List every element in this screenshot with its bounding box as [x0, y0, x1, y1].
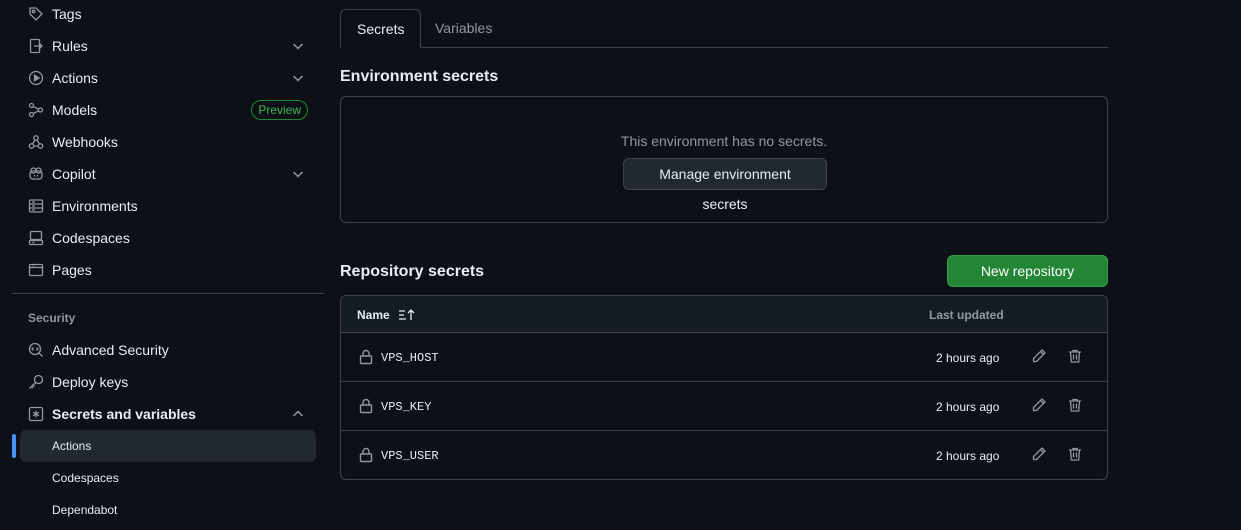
sidebar-item-label: Deploy keys: [52, 374, 129, 390]
key-icon: [28, 374, 44, 390]
sidebar-item-label: Advanced Security: [52, 342, 169, 358]
sidebar-item-label: Rules: [52, 38, 88, 54]
sidebar-item-environments[interactable]: Environments: [20, 192, 316, 220]
sidebar-item-label: Actions: [52, 70, 98, 86]
lock-icon: [359, 447, 373, 463]
sidebar-item-label: Codespaces: [52, 230, 130, 246]
pencil-icon[interactable]: [1031, 446, 1047, 462]
lock-icon: [359, 349, 373, 365]
sidebar-item-codespaces[interactable]: Codespaces: [20, 224, 316, 252]
sidebar-item-pages[interactable]: Pages: [20, 256, 316, 284]
column-last-updated: Last updated: [929, 308, 1004, 322]
server-icon: [28, 198, 44, 214]
chevron-down-icon[interactable]: [290, 166, 306, 182]
secret-updated: 2 hours ago: [936, 351, 1000, 365]
sidebar-subitem-dependabot[interactable]: Dependabot: [20, 494, 316, 526]
sort-asc-icon[interactable]: [398, 308, 416, 322]
table-header: Name Last updated: [341, 296, 1107, 333]
codescan-icon: [28, 342, 44, 358]
environment-secrets-box: This environment has no secrets. Manage …: [340, 96, 1108, 223]
secret-name: VPS_HOST: [381, 351, 439, 365]
sidebar-item-label: Pages: [52, 262, 92, 278]
sidebar-item-label: Tags: [52, 6, 82, 22]
sidebar-item-advanced-security[interactable]: Advanced Security: [20, 336, 316, 364]
tag-icon: [28, 6, 44, 22]
chevron-down-icon[interactable]: [290, 38, 306, 54]
active-indicator: [12, 434, 16, 458]
sidebar-item-webhooks[interactable]: Webhooks: [20, 128, 316, 156]
secret-name: VPS_USER: [381, 449, 439, 463]
rules-icon: [28, 38, 44, 54]
sidebar-item-actions[interactable]: Actions: [20, 64, 316, 92]
column-name[interactable]: Name: [357, 308, 416, 322]
sidebar-divider: [12, 293, 324, 294]
secret-updated: 2 hours ago: [936, 449, 1000, 463]
manage-environment-secrets-button[interactable]: Manage environment secrets: [623, 158, 827, 212]
table-row: VPS_HOST 2 hours ago: [341, 333, 1107, 382]
column-name-label: Name: [357, 308, 390, 322]
asterisk-icon: [28, 406, 44, 422]
sidebar-item-label: Environments: [52, 198, 138, 214]
sidebar-item-models[interactable]: Models Preview: [20, 96, 316, 124]
tab-variables[interactable]: Variables: [419, 9, 508, 48]
sidebar-section-security: Security: [28, 311, 76, 325]
sidebar-item-label: Copilot: [52, 166, 96, 182]
lock-icon: [359, 398, 373, 414]
sidebar-item-label: Secrets and variables: [52, 406, 196, 422]
trash-icon[interactable]: [1067, 446, 1083, 462]
codespaces-icon: [28, 230, 44, 246]
sidebar-subitem-codespaces[interactable]: Codespaces: [20, 462, 316, 494]
sidebar-subitem-actions[interactable]: Actions: [20, 430, 316, 462]
tab-secrets[interactable]: Secrets: [340, 9, 422, 48]
pencil-icon[interactable]: [1031, 397, 1047, 413]
table-row: VPS_KEY 2 hours ago: [341, 382, 1107, 431]
copilot-icon: [28, 166, 44, 182]
sidebar-item-label: Models: [52, 102, 98, 118]
repository-secrets-heading: Repository secrets: [340, 263, 485, 280]
sidebar-item-rules[interactable]: Rules: [20, 32, 316, 60]
chevron-up-icon[interactable]: [290, 406, 306, 422]
sidebar-item-label: Webhooks: [52, 134, 118, 150]
settings-sidebar: Tags Rules Actions Models Preview Webhoo…: [0, 0, 324, 530]
new-repository-secret-button[interactable]: New repository secret: [947, 255, 1108, 309]
trash-icon[interactable]: [1067, 348, 1083, 364]
pencil-icon[interactable]: [1031, 348, 1047, 364]
play-icon: [28, 70, 44, 86]
sidebar-item-deploy-keys[interactable]: Deploy keys: [20, 368, 316, 396]
webhook-icon: [28, 134, 44, 150]
secret-updated: 2 hours ago: [936, 400, 1000, 414]
browser-icon: [28, 262, 44, 278]
table-row: VPS_USER 2 hours ago: [341, 431, 1107, 479]
empty-state-text: This environment has no secrets.: [620, 133, 828, 149]
sidebar-item-copilot[interactable]: Copilot: [20, 160, 316, 188]
repository-secrets-table: Name Last updated VPS_HOST 2 hours ago V…: [340, 295, 1108, 480]
models-icon: [28, 102, 44, 118]
preview-badge: Preview: [251, 100, 308, 120]
secret-name: VPS_KEY: [381, 400, 432, 414]
trash-icon[interactable]: [1067, 397, 1083, 413]
environment-secrets-heading: Environment secrets: [340, 68, 499, 85]
chevron-down-icon[interactable]: [290, 70, 306, 86]
sidebar-item-secrets-and-variables[interactable]: Secrets and variables: [20, 400, 316, 428]
sidebar-item-tags[interactable]: Tags: [20, 0, 316, 28]
tab-bar: Secrets Variables: [340, 9, 1108, 48]
